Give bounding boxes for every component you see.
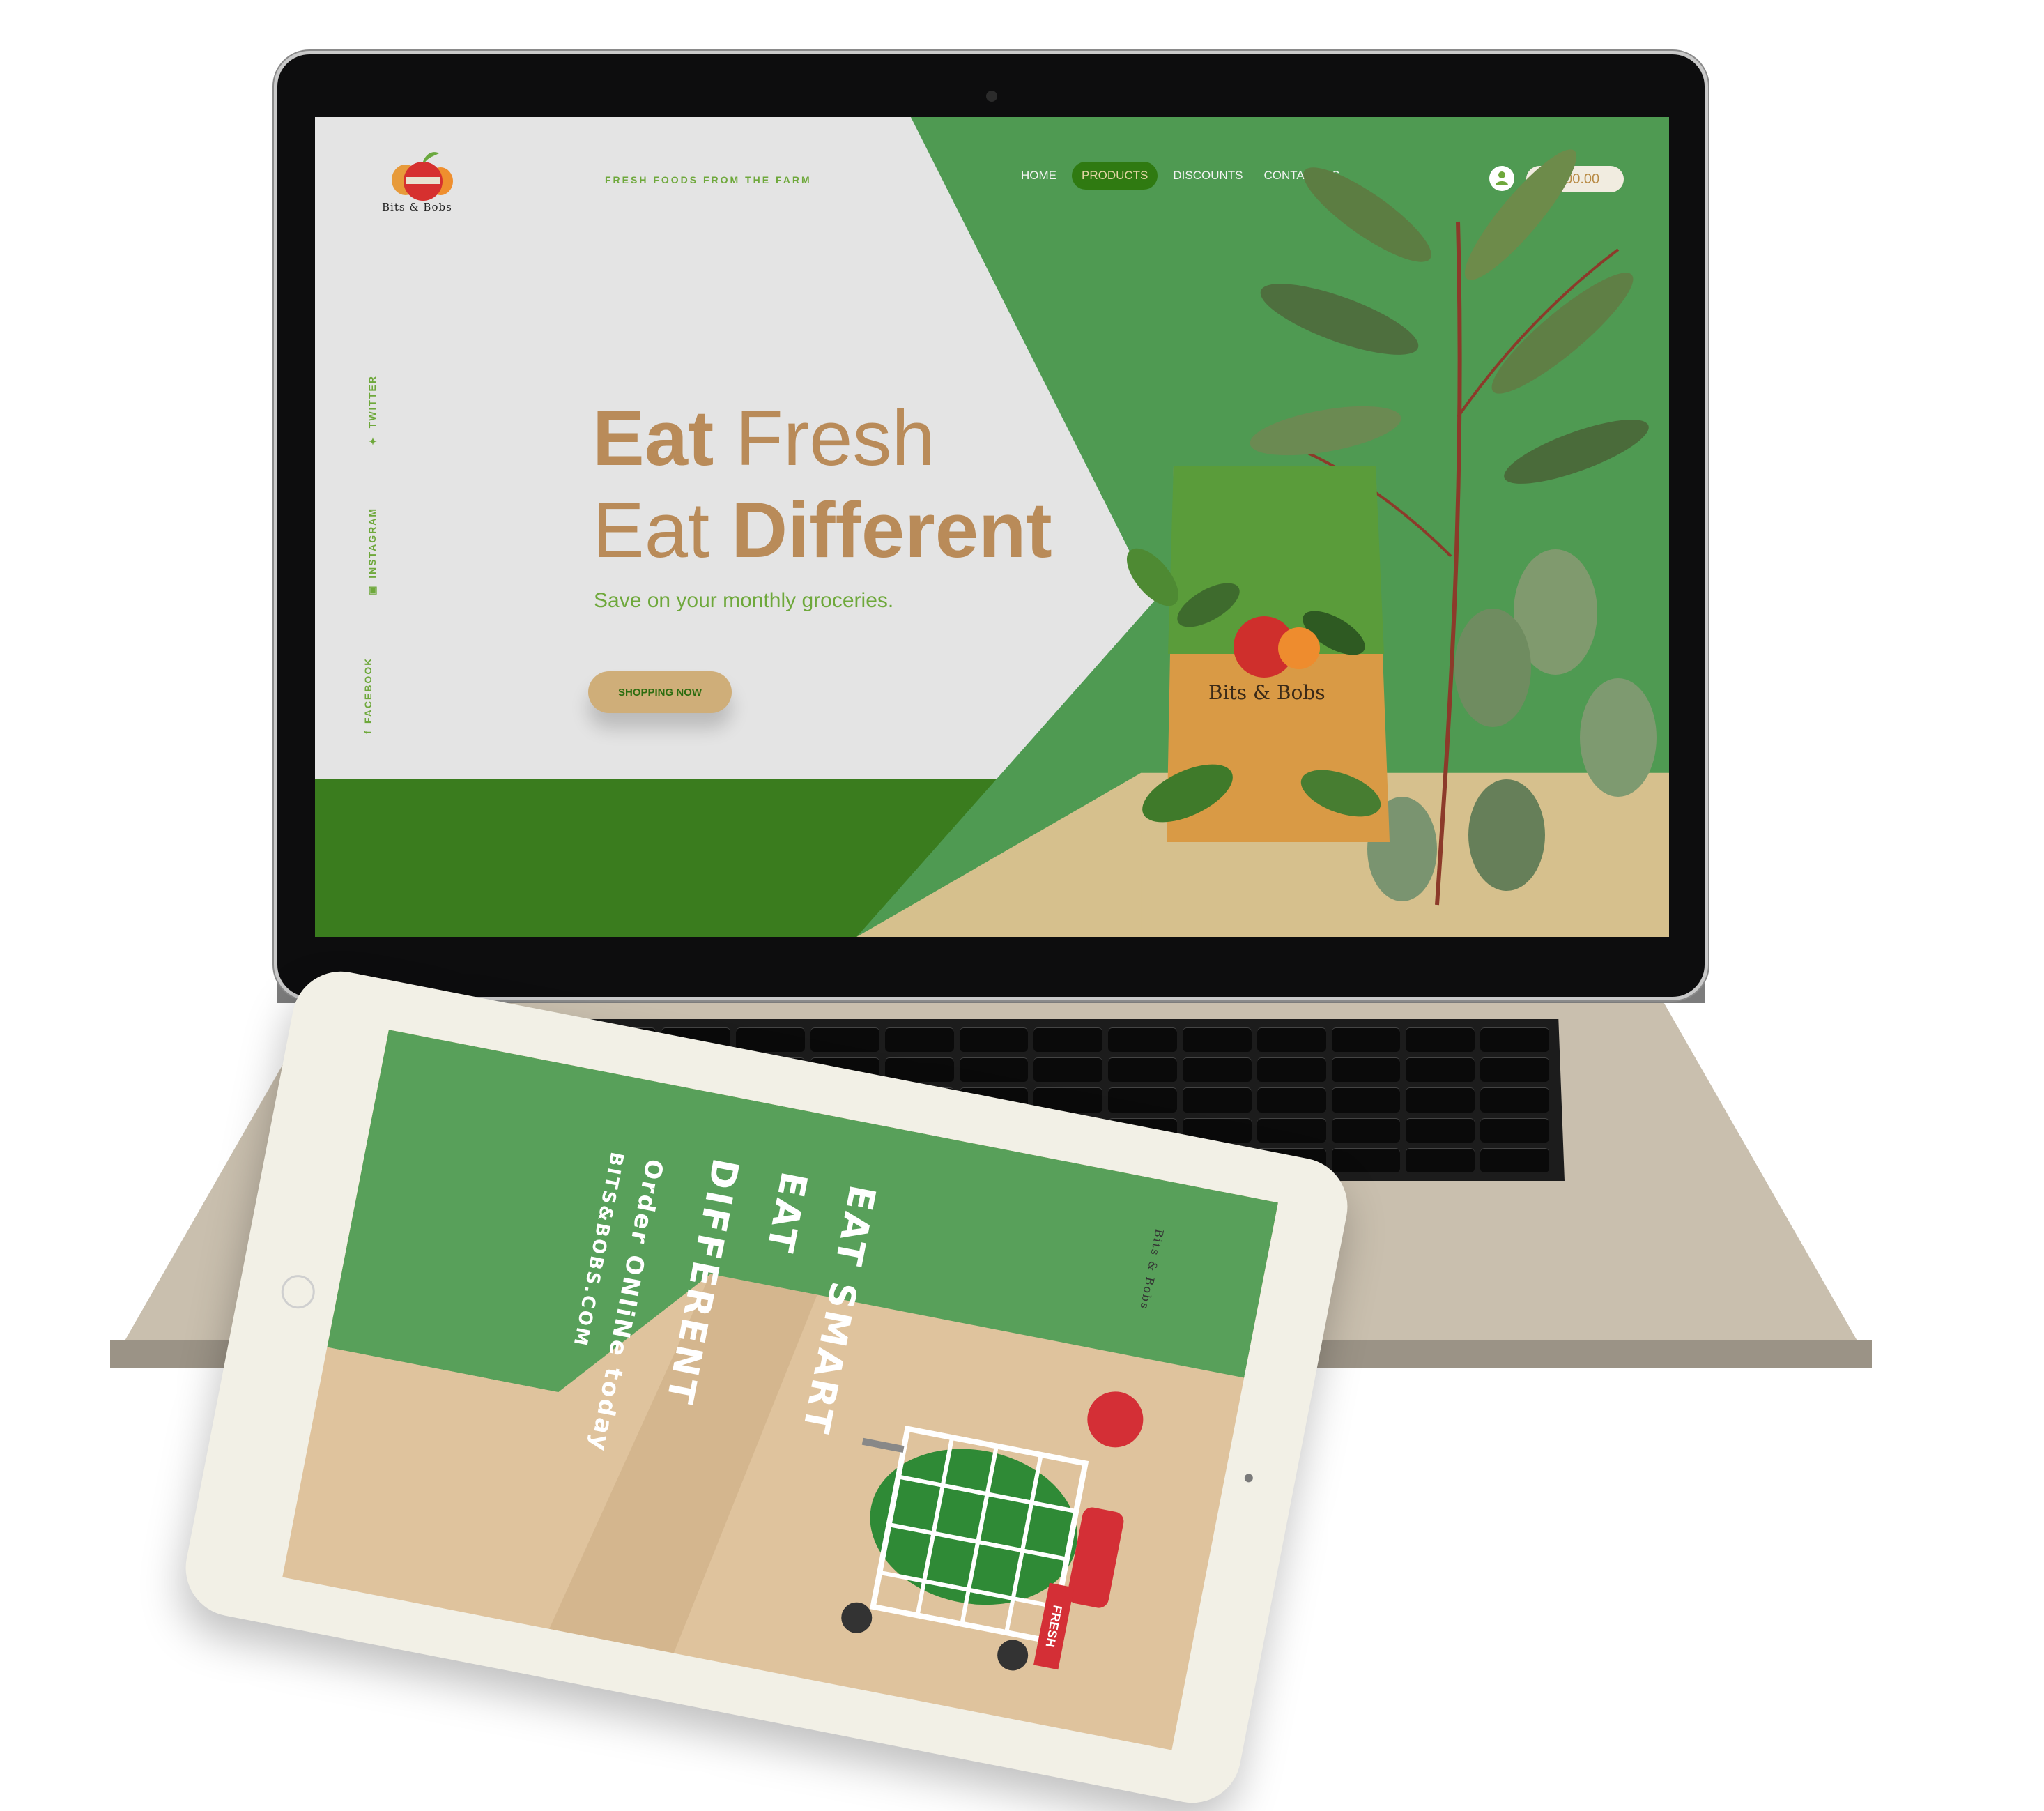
- hero-heading: Eat Fresh Eat Different: [592, 392, 1052, 576]
- hero-line-1-bold: Eat: [592, 395, 714, 482]
- instagram-label: INSTAGRAM: [367, 507, 378, 579]
- twitter-label: TWITTER: [367, 375, 378, 429]
- hero-line-2-rest: Eat: [592, 487, 732, 574]
- hero-line-1-rest: Fresh: [714, 395, 935, 482]
- hero-line-2-bold: Different: [731, 487, 1052, 574]
- instagram-icon: ▣: [367, 583, 378, 597]
- facebook-label: FACEBOOK: [362, 657, 374, 724]
- grocery-bag-illustration: Bits & Bobs: [1126, 466, 1390, 842]
- laptop-screen: Bits & Bobs FRESH FOODS FROM THE FARM HO…: [315, 117, 1669, 937]
- hero-line-1: Eat Fresh: [592, 392, 1052, 484]
- laptop-lid: Bits & Bobs FRESH FOODS FROM THE FARM HO…: [277, 54, 1705, 997]
- twitter-icon: ✦: [367, 434, 378, 447]
- shopping-now-button[interactable]: SHOPPING NOW: [588, 671, 732, 713]
- social-instagram-link[interactable]: ▣ INSTAGRAM: [367, 507, 378, 597]
- social-twitter-link[interactable]: ✦ TWITTER: [367, 375, 378, 446]
- facebook-icon: f: [362, 729, 374, 735]
- website: Bits & Bobs FRESH FOODS FROM THE FARM HO…: [315, 117, 1669, 937]
- social-facebook-link[interactable]: f FACEBOOK: [362, 657, 374, 734]
- logo-text: Bits & Bobs: [382, 201, 452, 213]
- tagline: FRESH FOODS FROM THE FARM: [605, 174, 812, 185]
- hero-subtitle: Save on your monthly groceries.: [594, 589, 894, 612]
- hero-line-2: Eat Different: [592, 484, 1052, 576]
- webcam-icon: [986, 91, 997, 102]
- nav-home[interactable]: HOME: [1015, 162, 1062, 190]
- bag-label: Bits & Bobs: [1208, 681, 1325, 704]
- nav-products[interactable]: PRODUCTS: [1072, 162, 1158, 190]
